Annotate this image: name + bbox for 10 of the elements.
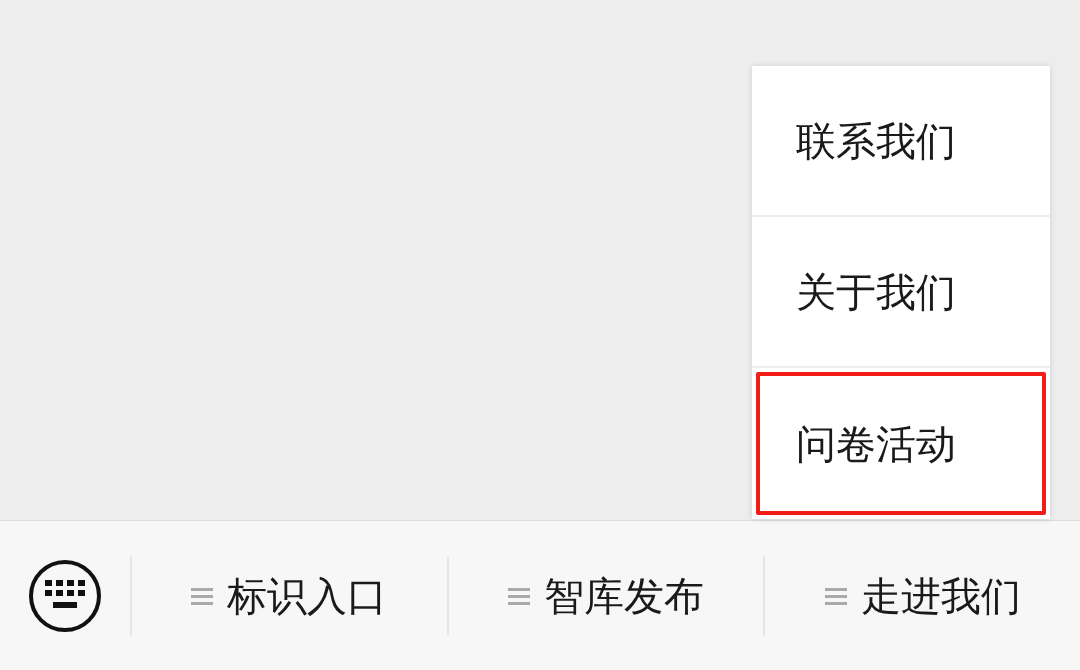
menu-item[interactable]: 问卷活动 <box>752 368 1050 519</box>
menu-item[interactable]: 关于我们 <box>752 217 1050 368</box>
menu-icon <box>191 585 214 606</box>
menu-tab[interactable]: 标识入口 <box>183 565 396 626</box>
keyboard-icon[interactable] <box>28 558 102 633</box>
menu-icon <box>824 585 847 606</box>
menu-tab[interactable]: 走进我们 <box>816 565 1029 626</box>
menu-item[interactable]: 联系我们 <box>752 66 1050 217</box>
menu-icon <box>508 585 530 606</box>
menu-tab[interactable]: 智库发布 <box>500 565 712 626</box>
